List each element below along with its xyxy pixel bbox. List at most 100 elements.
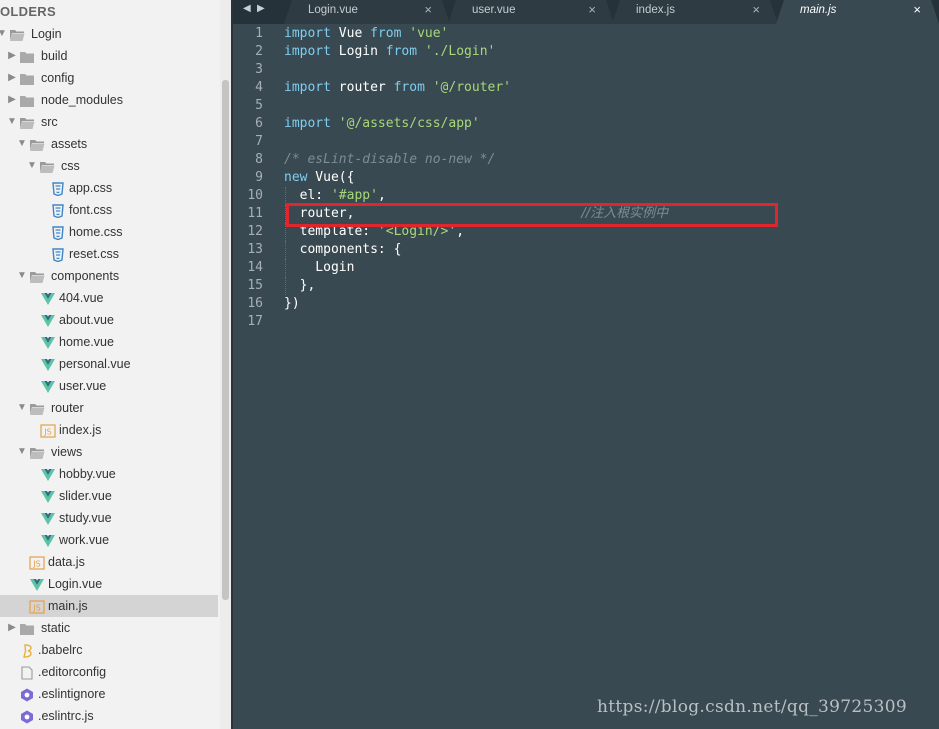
tree-item-data-js[interactable]: JS data.js bbox=[0, 551, 218, 573]
code-token: '@/router' bbox=[432, 80, 512, 95]
chevron-down-icon[interactable]: ▼ bbox=[17, 133, 27, 155]
code-line[interactable]: 15 }, bbox=[233, 277, 939, 295]
tree-item-label: index.js bbox=[59, 423, 102, 437]
tree-item-user-vue[interactable]: user.vue bbox=[0, 375, 218, 397]
tree-item-label: font.css bbox=[69, 203, 113, 217]
tab-login-vue[interactable]: Login.vue × bbox=[284, 0, 450, 24]
code-token: import bbox=[284, 26, 331, 41]
code-text: import '@/assets/css/app' bbox=[284, 115, 480, 133]
tree-item-assets[interactable]: ▼ assets bbox=[0, 133, 218, 155]
tree-item-reset-css[interactable]: reset.css bbox=[0, 243, 218, 265]
tree-item-label: app.css bbox=[69, 181, 113, 195]
chevron-down-icon[interactable]: ▼ bbox=[27, 155, 37, 177]
tree-item-components[interactable]: ▼ components bbox=[0, 265, 218, 287]
chevron-down-icon[interactable]: ▼ bbox=[0, 23, 7, 45]
code-line[interactable]: 6 import '@/assets/css/app' bbox=[233, 115, 939, 133]
code-line[interactable]: 5 bbox=[233, 97, 939, 115]
tree-item-editorconfig[interactable]: .editorconfig bbox=[0, 661, 218, 683]
chevron-right-icon[interactable]: ▶ bbox=[7, 67, 17, 89]
tree-item-slider-vue[interactable]: slider.vue bbox=[0, 485, 218, 507]
tree-item-label: data.js bbox=[48, 555, 85, 569]
code-token: from bbox=[370, 26, 402, 41]
tree-item-label: 404.vue bbox=[59, 291, 104, 305]
tab-index-js[interactable]: index.js × bbox=[612, 0, 778, 24]
eslint-file-icon bbox=[19, 687, 35, 702]
tree-item-work-vue[interactable]: work.vue bbox=[0, 529, 218, 551]
close-icon[interactable]: × bbox=[424, 0, 432, 20]
tree-item-static[interactable]: ▶ static bbox=[0, 617, 218, 639]
code-token: Login bbox=[284, 260, 355, 275]
chevron-right-icon[interactable]: ▶ bbox=[7, 45, 17, 67]
tree-item-views[interactable]: ▼ views bbox=[0, 441, 218, 463]
code-line[interactable]: 8 /* esLint-disable no-new */ bbox=[233, 151, 939, 169]
tab-main-js[interactable]: main.js × bbox=[776, 0, 939, 24]
tree-item-label: .eslintrc.js bbox=[38, 709, 94, 723]
tree-item-hobby-vue[interactable]: hobby.vue bbox=[0, 463, 218, 485]
tree-item-home-vue[interactable]: home.vue bbox=[0, 331, 218, 353]
tree-item-config[interactable]: ▶ config bbox=[0, 67, 218, 89]
tree-item-study-vue[interactable]: study.vue bbox=[0, 507, 218, 529]
tree-item-about-vue[interactable]: about.vue bbox=[0, 309, 218, 331]
tree-item-babelrc[interactable]: .babelrc bbox=[0, 639, 218, 661]
tree-item-login-vue[interactable]: Login.vue bbox=[0, 573, 218, 595]
tree-item-index-js[interactable]: JS index.js bbox=[0, 419, 218, 441]
close-icon[interactable]: × bbox=[752, 0, 760, 20]
chevron-right-icon[interactable]: ▶ bbox=[7, 617, 17, 639]
line-number: 4 bbox=[255, 80, 263, 95]
code-token: Login bbox=[330, 44, 386, 59]
code-line[interactable]: 17 bbox=[233, 313, 939, 331]
tree-item-personal-vue[interactable]: personal.vue bbox=[0, 353, 218, 375]
chevron-down-icon[interactable]: ▼ bbox=[17, 265, 27, 287]
css-file-icon bbox=[50, 225, 66, 241]
tree-item-src[interactable]: ▼ src bbox=[0, 111, 218, 133]
tree-item-css[interactable]: ▼ css bbox=[0, 155, 218, 177]
code-line[interactable]: 4 import router from '@/router' bbox=[233, 79, 939, 97]
tree-item-app-css[interactable]: app.css bbox=[0, 177, 218, 199]
code-editor[interactable]: ◀ ▶ Login.vue × user.vue × index.js × main.js ×… bbox=[233, 0, 939, 729]
tree-item-eslintrc-js[interactable]: .eslintrc.js bbox=[0, 705, 218, 727]
tab-user-vue[interactable]: user.vue × bbox=[448, 0, 614, 24]
tree-item-label: views bbox=[51, 445, 83, 459]
code-line[interactable]: 1 import Vue from 'vue' bbox=[233, 25, 939, 43]
code-token: new bbox=[284, 170, 308, 185]
vue-file-icon bbox=[40, 291, 56, 305]
tree-item-home-css[interactable]: home.css bbox=[0, 221, 218, 243]
close-icon[interactable]: × bbox=[588, 0, 596, 20]
close-icon[interactable]: × bbox=[913, 0, 921, 20]
chevron-right-icon[interactable]: ▶ bbox=[7, 89, 17, 111]
code-text: }) bbox=[284, 295, 300, 313]
tree-item-build[interactable]: ▶ build bbox=[0, 45, 218, 67]
code-line[interactable]: 7 bbox=[233, 133, 939, 151]
code-line[interactable]: 2 import Login from './Login' bbox=[233, 43, 939, 61]
eslint-file-icon bbox=[19, 709, 35, 724]
code-area[interactable]: 1 import Vue from 'vue' 2 import Login from… bbox=[233, 25, 939, 331]
tree-item-login[interactable]: ▼ Login bbox=[0, 23, 218, 45]
back-arrow-icon[interactable]: ◀ bbox=[243, 2, 251, 16]
tree-item-eslintignore[interactable]: .eslintignore bbox=[0, 683, 218, 705]
tree-item-node-modules[interactable]: ▶ node_modules bbox=[0, 89, 218, 111]
tree-item-label: assets bbox=[51, 137, 88, 151]
tree-item-main-js[interactable]: JS main.js bbox=[0, 595, 218, 617]
svg-text:JS: JS bbox=[43, 428, 51, 437]
code-line[interactable]: 3 bbox=[233, 61, 939, 79]
red-highlight-annotation bbox=[286, 203, 778, 227]
file-file-icon bbox=[19, 665, 35, 680]
chevron-down-icon[interactable]: ▼ bbox=[17, 441, 27, 463]
chevron-down-icon[interactable]: ▼ bbox=[7, 111, 17, 133]
forward-arrow-icon[interactable]: ▶ bbox=[257, 2, 265, 16]
tree-item-404-vue[interactable]: 404.vue bbox=[0, 287, 218, 309]
sidebar-scrollbar-thumb[interactable] bbox=[222, 80, 229, 600]
chevron-down-icon[interactable]: ▼ bbox=[17, 397, 27, 419]
line-number: 15 bbox=[247, 278, 263, 293]
tree-item-router[interactable]: ▼ router bbox=[0, 397, 218, 419]
code-line[interactable]: 16}) bbox=[233, 295, 939, 313]
code-line[interactable]: 14 Login bbox=[233, 259, 939, 277]
tree-item-label: main.js bbox=[48, 599, 88, 613]
tree-item-font-css[interactable]: font.css bbox=[0, 199, 218, 221]
code-token: /* esLint-disable no-new */ bbox=[284, 152, 496, 167]
code-line[interactable]: 13 components: { bbox=[233, 241, 939, 259]
code-line[interactable]: 9 new Vue({ bbox=[233, 169, 939, 187]
